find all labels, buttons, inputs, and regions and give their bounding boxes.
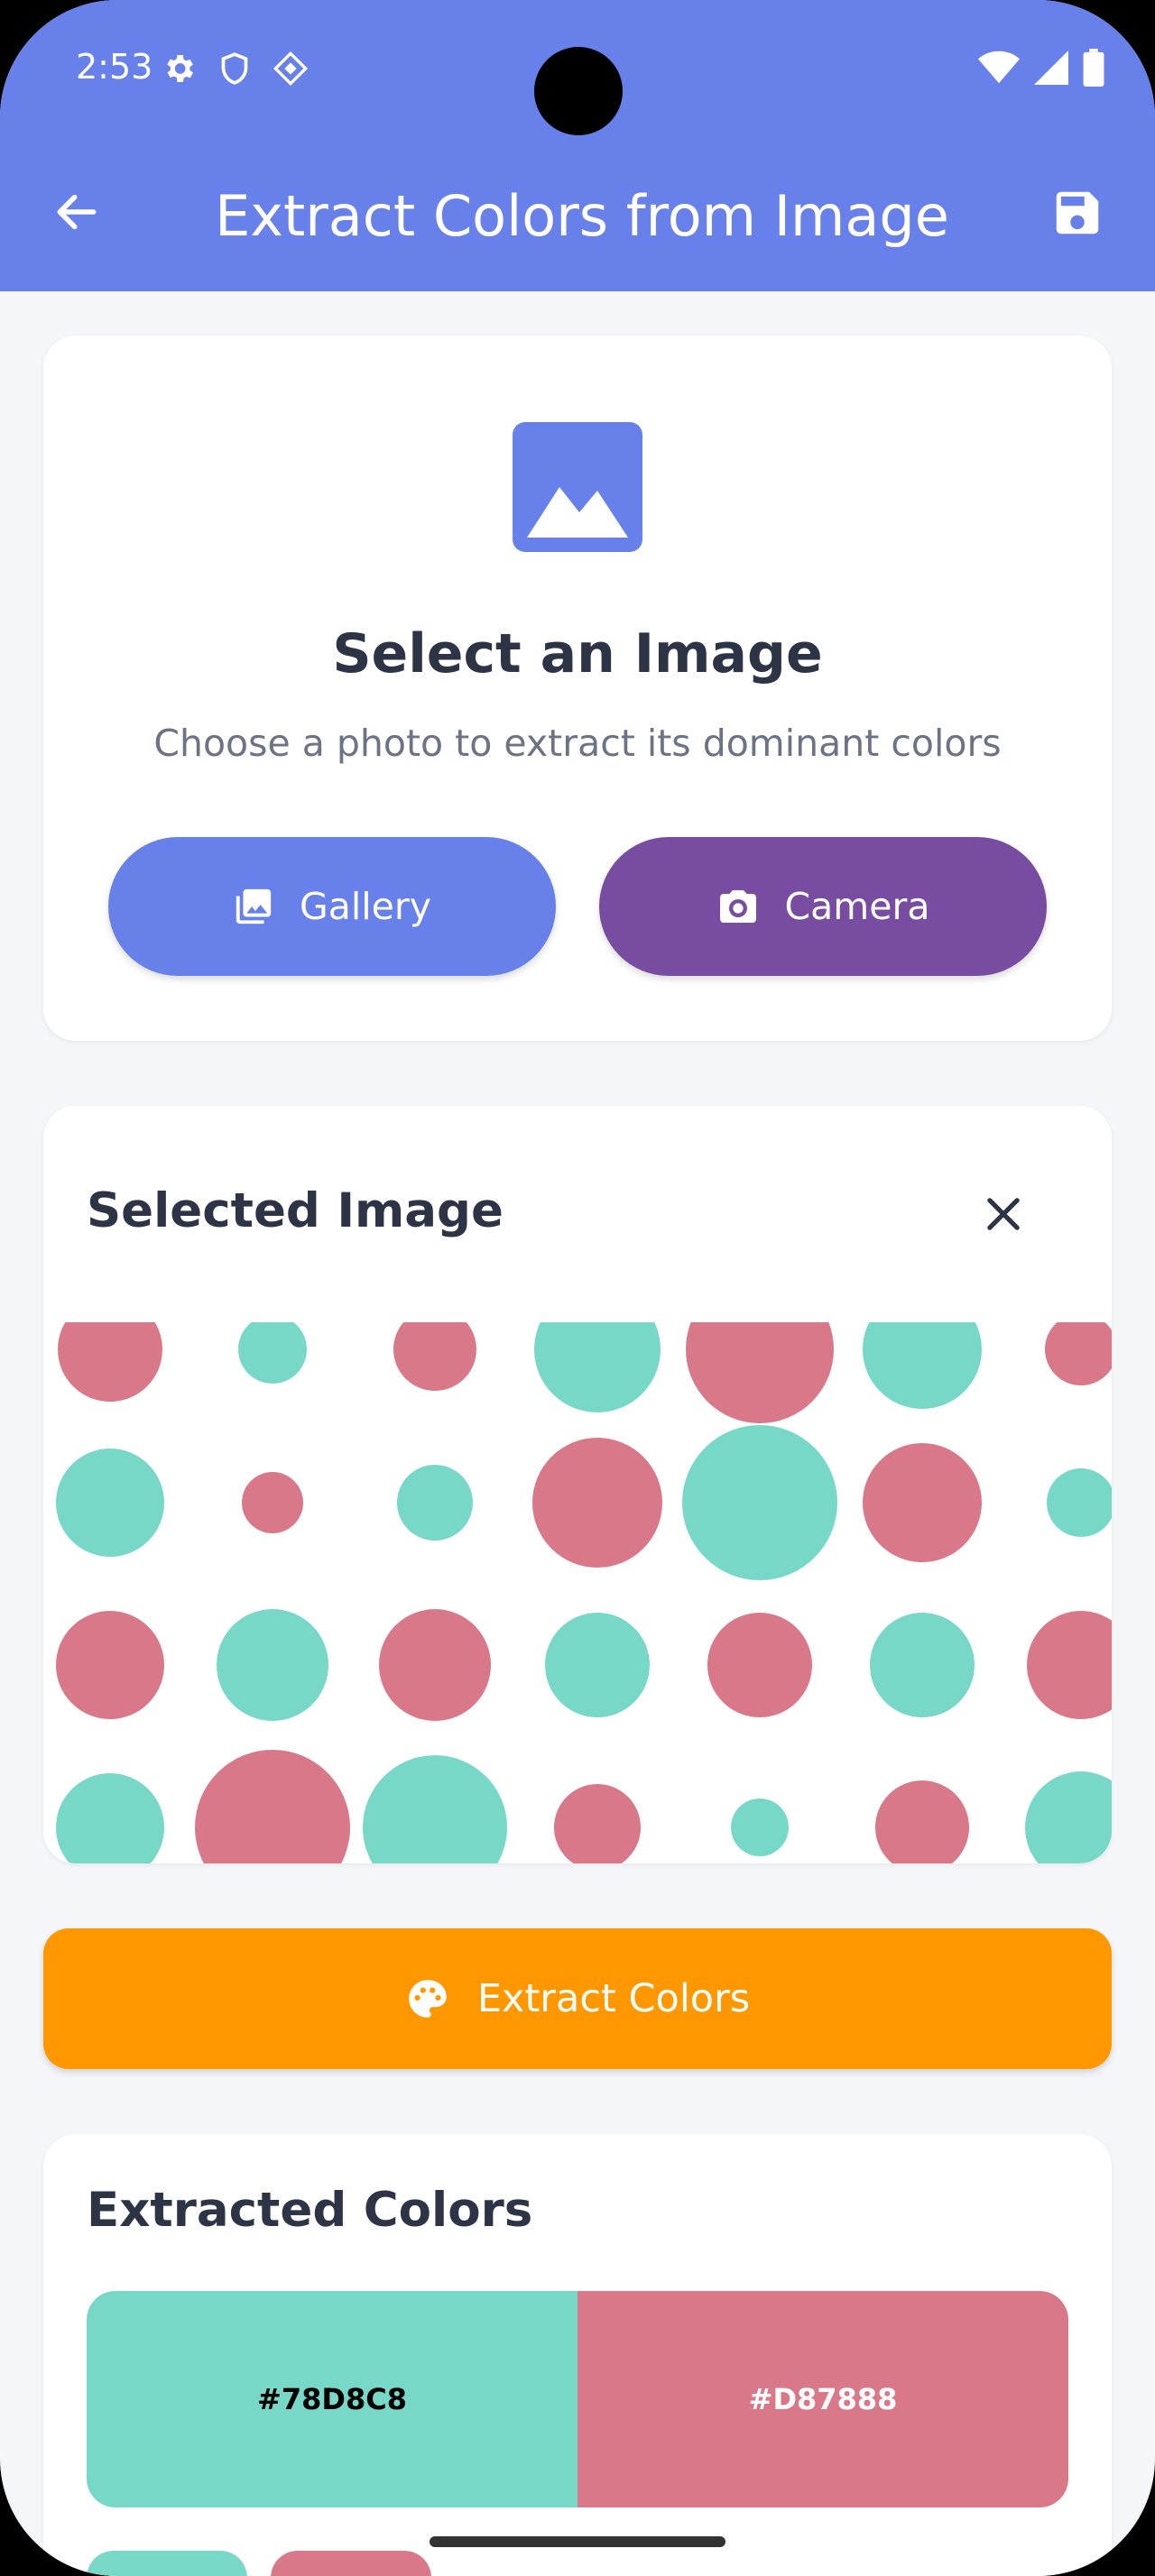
camera-button[interactable]: Camera [599,837,1047,976]
polka-dot [397,1465,473,1541]
select-image-subtitle: Choose a photo to extract its dominant c… [153,722,1002,765]
polka-dot [686,1322,834,1423]
select-image-title: Select an Image [332,622,823,685]
camera-label: Camera [784,885,930,928]
status-icons-right [978,49,1104,87]
color-swatches: #78D8C8 #D87888 [87,2291,1068,2507]
image-placeholder-icon [513,422,642,552]
polka-dot [1047,1468,1112,1537]
settings-icon [161,51,197,87]
polka-dot [1025,1771,1112,1863]
polka-dot [379,1609,491,1721]
polka-dot [863,1322,982,1409]
signal-icon [1034,51,1068,85]
polka-dot [56,1449,164,1557]
polka-dot [217,1609,328,1721]
extract-colors-label: Extract Colors [476,1976,751,2021]
shield-icon [217,51,253,87]
polka-dot [731,1799,789,1856]
status-time: 2:53 [76,47,153,87]
polka-dot [682,1425,837,1580]
save-icon [1049,185,1105,241]
home-indicator [430,2536,725,2547]
selected-image-preview [43,1322,1112,1863]
polka-dot [707,1613,812,1717]
polka-dot [863,1443,982,1562]
polka-dot [363,1755,507,1863]
extracted-colors-title: Extracted Colors [87,2183,533,2238]
diamond-icon [273,51,309,87]
remove-image-button[interactable] [971,1182,1036,1247]
status-icons [161,51,309,87]
color-hex-label: #78D8C8 [257,2382,407,2416]
page-title: Extract Colors from Image [215,183,949,249]
polka-dot [1027,1611,1112,1719]
camera-icon [716,885,760,928]
color-swatch-pink[interactable]: #D87888 [578,2291,1068,2507]
battery-icon [1083,49,1104,87]
color-swatch-teal[interactable]: #78D8C8 [87,2291,578,2507]
palette-icon [405,1976,450,2021]
polka-dot [238,1322,307,1384]
extract-colors-button[interactable]: Extract Colors [43,1928,1112,2069]
color-hex-label: #D87888 [748,2382,898,2416]
color-chip-pink[interactable] [271,2551,431,2576]
polka-dot [534,1322,661,1412]
save-button[interactable] [1045,180,1110,245]
polka-dot [195,1750,350,1863]
polka-dot [870,1613,975,1717]
gallery-button[interactable]: Gallery [108,837,556,976]
color-chip-teal[interactable] [87,2551,247,2576]
polka-dot [56,1773,164,1863]
selected-image-title: Selected Image [87,1183,504,1238]
polka-dot [554,1784,641,1863]
photo-library-icon [233,886,274,927]
polka-dot [545,1613,650,1717]
polka-dot-image [56,1322,1112,1863]
polka-dot [532,1438,662,1568]
wifi-icon [978,50,1020,86]
app-bar: 2:53 Extract Colors from Image [0,0,1155,291]
close-icon [980,1191,1027,1237]
app-screen: 2:53 Extract Colors from Image Select an… [0,0,1155,2576]
polka-dot [242,1472,303,1533]
polka-dot [875,1780,969,1863]
gallery-label: Gallery [299,885,432,928]
polka-dot [1045,1322,1112,1385]
polka-dot [58,1322,162,1402]
front-camera [534,47,623,135]
polka-dot [393,1322,476,1391]
polka-dot [56,1611,164,1719]
